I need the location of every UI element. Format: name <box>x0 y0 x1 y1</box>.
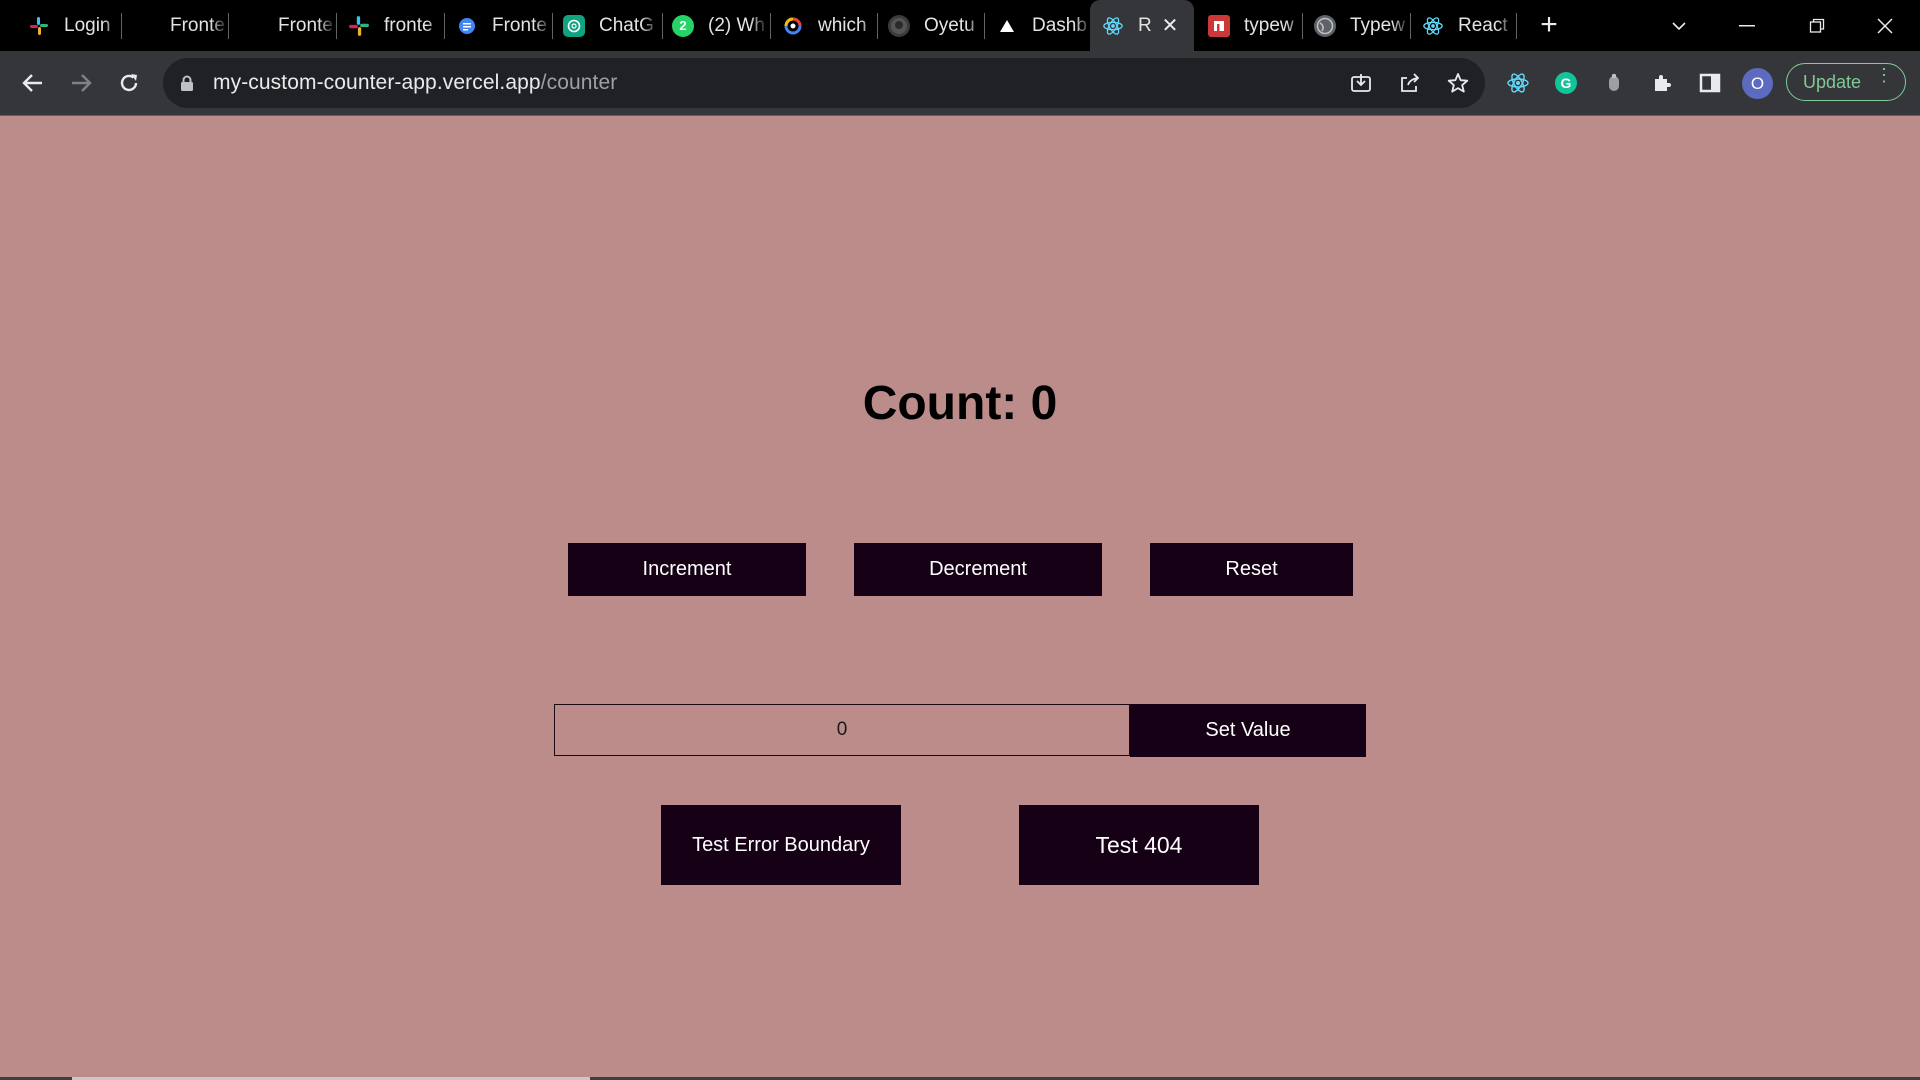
profile-avatar[interactable]: O <box>1742 68 1773 99</box>
tab-title: Oyetu <box>924 14 975 36</box>
install-app-icon[interactable] <box>1348 70 1374 96</box>
more-menu-icon[interactable]: ⋮ <box>1875 66 1893 84</box>
globe-icon <box>1314 14 1336 37</box>
tab-title: Fronte <box>492 14 547 36</box>
slack-logo-icon <box>348 15 370 37</box>
minimize-icon[interactable] <box>1718 0 1776 51</box>
browser-tab[interactable]: 2 (2) Wh <box>672 0 772 51</box>
browser-tab[interactable]: which <box>782 0 882 51</box>
url-path: /counter <box>540 71 618 94</box>
tab-title: Login <box>64 14 111 36</box>
tab-strip: Login Fronte Fronte fronte Fronte ChatG … <box>0 0 1920 51</box>
browser-tab[interactable]: Fronte <box>456 0 552 51</box>
react-icon <box>1422 15 1444 37</box>
browser-tab[interactable]: Fronte <box>134 0 228 51</box>
tab-title: which <box>818 14 867 36</box>
reset-button[interactable]: Reset <box>1150 543 1353 596</box>
tab-title: Fronte <box>278 14 333 36</box>
address-bar[interactable]: my-custom-counter-app.vercel.app/counter <box>163 58 1485 108</box>
test-error-boundary-button[interactable]: Test Error Boundary <box>661 805 901 885</box>
tab-title: ChatG <box>599 14 654 36</box>
update-label: Update <box>1803 71 1862 92</box>
decrement-button[interactable]: Decrement <box>854 543 1102 596</box>
tab-search-icon[interactable] <box>1650 0 1708 51</box>
tab-title: Typew <box>1350 14 1405 36</box>
browser-tab[interactable]: fronte <box>348 0 444 51</box>
back-arrow-icon[interactable] <box>14 64 52 102</box>
svg-text:G: G <box>1561 75 1572 91</box>
tab-title: R <box>1138 14 1152 36</box>
chatgpt-icon <box>563 14 585 37</box>
tab-title: Dashb <box>1032 14 1087 36</box>
tab-title: (2) Wh <box>708 14 765 36</box>
url-text: my-custom-counter-app.vercel.app/counter <box>213 58 617 108</box>
browser-tab[interactable]: Login <box>28 0 120 51</box>
toolbar-divider <box>0 115 1920 116</box>
slack-logo-icon <box>28 15 50 37</box>
update-button[interactable]: Update ⋮ <box>1786 63 1906 101</box>
extension-icon[interactable] <box>1596 65 1632 101</box>
reload-icon[interactable] <box>110 64 148 102</box>
browser-tab[interactable]: typew <box>1208 0 1304 51</box>
restore-icon[interactable] <box>1788 0 1846 51</box>
bookmark-star-icon[interactable] <box>1445 70 1471 96</box>
grammarly-icon[interactable]: G <box>1548 65 1584 101</box>
blank-page-icon <box>134 15 156 37</box>
set-value-input[interactable] <box>554 704 1130 756</box>
tab-title: React <box>1458 14 1508 36</box>
react-devtools-icon[interactable] <box>1500 65 1536 101</box>
new-tab-button[interactable]: + <box>1534 8 1564 41</box>
browser-tab[interactable]: Oyetu <box>888 0 988 51</box>
react-icon <box>1102 15 1124 37</box>
tab-title: fronte <box>384 14 433 36</box>
browser-tab[interactable]: ChatG <box>563 0 663 51</box>
puzzle-extensions-icon[interactable] <box>1644 65 1680 101</box>
browser-tab[interactable]: Typew <box>1314 0 1412 51</box>
url-host: my-custom-counter-app.vercel.app <box>213 71 541 94</box>
forward-arrow-icon[interactable] <box>62 64 100 102</box>
tab-title: Fronte <box>170 14 225 36</box>
lock-icon[interactable] <box>180 75 194 97</box>
side-panel-icon[interactable] <box>1692 65 1728 101</box>
google-icon <box>782 15 804 37</box>
increment-button[interactable]: Increment <box>568 543 806 596</box>
browser-tab[interactable]: Fronte <box>242 0 336 51</box>
browser-tab[interactable]: React <box>1422 0 1514 51</box>
github-icon <box>888 14 910 37</box>
count-display: Count: 0 <box>862 377 1058 430</box>
browser-toolbar: my-custom-counter-app.vercel.app/counter… <box>0 51 1920 115</box>
whatsapp-icon: 2 <box>672 14 694 37</box>
tab-title: typew <box>1244 14 1294 36</box>
browser-tab-active[interactable]: R ✕ <box>1090 0 1194 51</box>
blank-page-icon <box>242 15 264 37</box>
share-icon[interactable] <box>1397 70 1423 96</box>
npm-icon <box>1208 14 1230 37</box>
window-close-icon[interactable] <box>1856 0 1914 51</box>
vercel-icon <box>996 15 1018 37</box>
set-value-button[interactable]: Set Value <box>1130 704 1366 757</box>
docs-icon <box>456 15 478 37</box>
close-tab-icon[interactable]: ✕ <box>1158 13 1182 37</box>
browser-tab[interactable]: Dashb <box>996 0 1092 51</box>
test-404-button[interactable]: Test 404 <box>1019 805 1259 885</box>
